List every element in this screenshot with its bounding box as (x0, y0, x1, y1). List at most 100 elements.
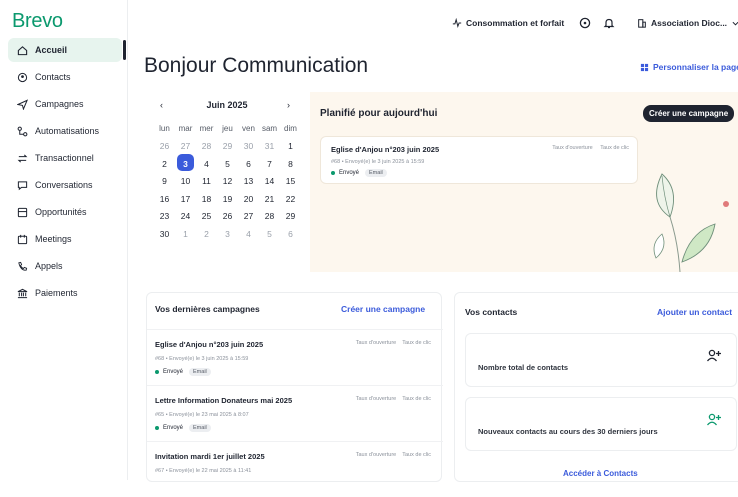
calendar-day[interactable]: 18 (196, 194, 217, 204)
calendar-day[interactable]: 5 (217, 159, 238, 169)
calendar-day[interactable]: 4 (196, 159, 217, 169)
calendar-day[interactable]: 6 (280, 229, 301, 239)
calendar-day[interactable]: 1 (280, 141, 301, 151)
sidebar-item-accueil[interactable]: Accueil (8, 38, 122, 62)
calendar-day-today[interactable]: 3 (175, 153, 196, 171)
calendar-day[interactable]: 27 (175, 141, 196, 151)
click-rate-label: Taux de clic (600, 145, 629, 151)
usage-link[interactable]: Consommation et forfait (452, 18, 564, 28)
total-contacts-card: Nombre total de contacts (465, 333, 737, 387)
calendar-day[interactable]: 29 (280, 211, 301, 221)
personalize-page-link[interactable]: Personnaliser la page (640, 62, 738, 72)
calendar-weekday: mer (199, 124, 214, 134)
contacts-icon (16, 71, 28, 83)
sidebar-item-contacts[interactable]: Contacts (8, 65, 122, 89)
calendar-day[interactable]: 10 (175, 176, 196, 186)
planned-title: Planifié pour aujourd'hui (320, 108, 438, 119)
calendar-day[interactable]: 25 (196, 211, 217, 221)
calendar-day[interactable]: 14 (259, 176, 280, 186)
recent-create-campaign-link[interactable]: Créer une campagne (341, 304, 425, 314)
status-label: Envoyé (163, 369, 184, 375)
calendar-day[interactable]: 26 (217, 211, 238, 221)
access-contacts-link[interactable]: Accéder à Contacts (563, 469, 638, 478)
calendar-day[interactable]: 2 (196, 229, 217, 239)
calendar-day[interactable]: 11 (196, 176, 217, 186)
campaign-type-badge: Email (365, 169, 387, 177)
sidebar-item-campagnes[interactable]: Campagnes (8, 92, 122, 116)
calendar-day[interactable]: 16 (154, 194, 175, 204)
calendar: ‹ Juin 2025 › lun mar mer jeu ven sam dim 26 27 2… (146, 92, 308, 272)
account-name: Association Dioc... (651, 18, 728, 28)
sidebar-item-opportunites[interactable]: Opportunités (8, 200, 122, 224)
calendar-next-button[interactable]: › (287, 100, 290, 110)
campaign-name: Eglise d'Anjou n°203 juin 2025 (155, 340, 264, 349)
status-dot (155, 426, 159, 430)
calendar-day[interactable]: 4 (238, 229, 259, 239)
calendar-day[interactable]: 7 (259, 159, 280, 169)
sidebar-item-label: Appels (35, 261, 63, 271)
calendar-day[interactable]: 6 (238, 159, 259, 169)
campaign-meta: #68 • Envoyé(e) le 3 juin 2025 à 15:59 (331, 159, 425, 165)
calendar-day[interactable]: 1 (175, 229, 196, 239)
sidebar-item-conversations[interactable]: Conversations (8, 173, 122, 197)
calendar-day[interactable]: 27 (238, 211, 259, 221)
calendar-icon (16, 233, 28, 245)
campaign-card[interactable]: Eglise d'Anjou n°203 juin 2025 #68 • Env… (320, 136, 638, 184)
calendar-day[interactable]: 21 (259, 194, 280, 204)
add-contact-link[interactable]: Ajouter un contact (657, 307, 732, 317)
calendar-day[interactable]: 3 (217, 229, 238, 239)
sidebar-item-transactionnel[interactable]: Transactionnel (8, 146, 122, 170)
send-icon (16, 98, 28, 110)
calendar-day[interactable]: 9 (154, 176, 175, 186)
calendar-day[interactable]: 28 (259, 211, 280, 221)
calendar-day-number: 3 (183, 158, 188, 169)
sidebar-item-automatisations[interactable]: Automatisations (8, 119, 122, 143)
sidebar-item-paiements[interactable]: Paiements (8, 281, 122, 305)
calendar-day[interactable]: 5 (259, 229, 280, 239)
sidebar-item-label: Opportunités (35, 207, 87, 217)
campaign-list-item[interactable]: Lettre Information Donateurs mai 2025 #65… (147, 385, 443, 441)
page-title: Bonjour Communication (144, 54, 369, 77)
notifications-icon[interactable] (603, 16, 615, 29)
sidebar-item-label: Automatisations (35, 126, 100, 136)
sidebar-item-appels[interactable]: Appels (8, 254, 122, 278)
calendar-day[interactable]: 2 (154, 159, 175, 169)
recent-campaigns-panel: Vos dernières campagnes Créer une campag… (146, 292, 443, 482)
click-rate-label: Taux de clic (402, 340, 431, 346)
create-campaign-button[interactable]: Créer une campagne (643, 105, 735, 122)
chat-icon (16, 179, 28, 191)
calendar-day[interactable]: 12 (217, 176, 238, 186)
calendar-day[interactable]: 30 (154, 229, 175, 239)
campaign-name: Eglise d'Anjou n°203 juin 2025 (331, 145, 440, 154)
help-icon[interactable] (579, 16, 591, 29)
calendar-day[interactable]: 15 (280, 176, 301, 186)
calendar-day[interactable]: 23 (154, 211, 175, 221)
campaign-rates: Taux d'ouverture Taux de clic (356, 396, 431, 402)
sidebar-item-label: Conversations (35, 180, 93, 190)
calendar-day[interactable]: 29 (217, 141, 238, 151)
sidebar-item-meetings[interactable]: Meetings (8, 227, 122, 251)
campaign-type-badge: Email (189, 424, 211, 432)
deals-icon (16, 206, 28, 218)
calendar-day[interactable]: 24 (175, 211, 196, 221)
calendar-day[interactable]: 31 (259, 141, 280, 151)
campaign-status: Envoyé Email (331, 169, 387, 177)
account-menu[interactable]: Association Dioc... (637, 18, 738, 28)
calendar-weekday: jeu (222, 124, 233, 134)
sidebar-item-label: Contacts (35, 72, 71, 82)
usage-label: Consommation et forfait (466, 18, 565, 28)
user-plus-icon (706, 412, 722, 428)
campaign-list-item[interactable]: Eglise d'Anjou n°203 juin 2025 #68 • Envo… (147, 329, 443, 385)
calendar-day[interactable]: 19 (217, 194, 238, 204)
calendar-day[interactable]: 30 (238, 141, 259, 151)
calendar-day[interactable]: 13 (238, 176, 259, 186)
calendar-week-row: 26 27 28 29 30 31 1 (154, 138, 302, 156)
calendar-day[interactable]: 22 (280, 194, 301, 204)
calendar-day[interactable]: 26 (154, 141, 175, 151)
calendar-day[interactable]: 28 (196, 141, 217, 151)
brevo-logo[interactable]: Brevo (12, 10, 63, 33)
calendar-day[interactable]: 17 (175, 194, 196, 204)
calendar-day[interactable]: 20 (238, 194, 259, 204)
campaign-list-item[interactable]: Invitation mardi 1er juillet 2025 #67 • E… (147, 441, 443, 497)
calendar-day[interactable]: 8 (280, 159, 301, 169)
